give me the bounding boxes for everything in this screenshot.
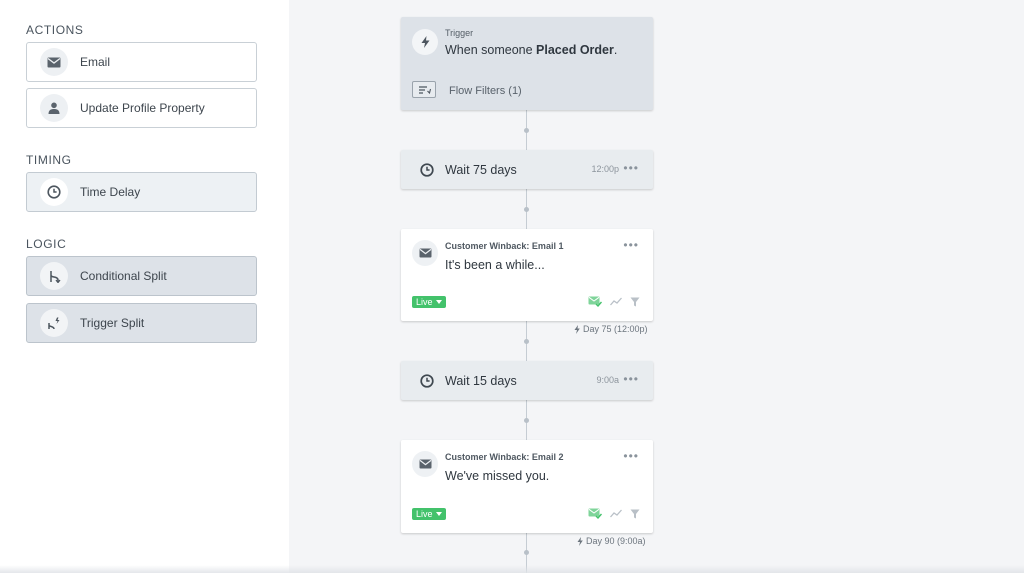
sidebar: ACTIONS Email Update Profile Property TI…	[0, 0, 289, 573]
trigger-label: Trigger	[445, 28, 474, 38]
palette-item-trigger-split[interactable]: Trigger Split	[26, 303, 257, 343]
day-text: Day 90 (9:00a)	[586, 536, 646, 546]
status-label: Live	[416, 509, 433, 519]
palette-item-email[interactable]: Email	[26, 42, 257, 82]
palette-item-update-profile-property[interactable]: Update Profile Property	[26, 88, 257, 128]
filter-icon[interactable]	[630, 297, 640, 307]
more-options-icon[interactable]: •••	[623, 372, 639, 386]
trigger-text-prefix: When someone	[445, 43, 533, 57]
more-options-icon[interactable]: •••	[623, 161, 639, 175]
delay-label: Wait 75 days	[445, 162, 517, 177]
envelope-icon	[412, 451, 438, 477]
palette-item-label: Conditional Split	[80, 269, 167, 283]
clock-icon	[40, 178, 68, 206]
split-icon	[40, 262, 68, 290]
time-delay-card[interactable]: Wait 15 days 9:00a •••	[401, 361, 653, 400]
delay-time: 9:00a	[596, 375, 619, 385]
chevron-down-icon	[435, 512, 442, 516]
analytics-icon[interactable]	[610, 297, 622, 306]
connector-dot	[524, 339, 529, 344]
flow-canvas[interactable]: Trigger When someone Placed Order. Flow …	[289, 0, 1024, 573]
palette-item-label: Time Delay	[80, 185, 141, 199]
palette-item-label: Trigger Split	[80, 316, 145, 330]
timing-section-title: TIMING	[26, 153, 72, 167]
bottom-shadow	[0, 565, 1024, 573]
palette-item-time-delay[interactable]: Time Delay	[26, 172, 257, 212]
connector-dot	[524, 128, 529, 133]
day-text: Day 75 (12:00p)	[583, 324, 648, 334]
connector-dot	[524, 207, 529, 212]
more-options-icon[interactable]: •••	[623, 449, 639, 463]
clock-icon	[417, 160, 437, 180]
trigger-card[interactable]: Trigger When someone Placed Order. Flow …	[401, 17, 653, 110]
person-icon	[40, 94, 68, 122]
email-card[interactable]: Customer Winback: Email 1 It's been a wh…	[401, 229, 653, 321]
email-name: Customer Winback: Email 2	[445, 452, 564, 462]
email-name: Customer Winback: Email 1	[445, 241, 564, 251]
email-tools	[588, 296, 640, 307]
envelope-icon	[40, 48, 68, 76]
delay-label: Wait 15 days	[445, 373, 517, 388]
lightning-icon	[577, 536, 583, 546]
status-badge[interactable]: Live	[412, 508, 446, 520]
time-delay-card[interactable]: Wait 75 days 12:00p •••	[401, 150, 653, 189]
palette-item-label: Update Profile Property	[80, 101, 205, 115]
filter-icon[interactable]	[630, 509, 640, 519]
connector-dot	[524, 550, 529, 555]
email-check-icon[interactable]	[588, 508, 602, 519]
status-label: Live	[416, 297, 433, 307]
trigger-description: When someone Placed Order.	[445, 43, 617, 57]
lightning-icon	[574, 324, 580, 334]
actions-section-title: ACTIONS	[26, 23, 84, 37]
flow-filters-link[interactable]: Flow Filters (1)	[449, 85, 522, 97]
trigger-split-icon	[40, 309, 68, 337]
email-tools	[588, 508, 640, 519]
palette-item-conditional-split[interactable]: Conditional Split	[26, 256, 257, 296]
email-subject: We've missed you.	[445, 469, 550, 483]
chevron-down-icon	[435, 300, 442, 304]
email-check-icon[interactable]	[588, 296, 602, 307]
email-subject: It's been a while...	[445, 258, 545, 272]
lightning-icon	[412, 29, 438, 55]
email-send-day: Day 90 (9:00a)	[577, 536, 646, 546]
connector-dot	[524, 418, 529, 423]
filter-list-icon[interactable]	[412, 81, 436, 98]
trigger-text-suffix: .	[613, 43, 618, 57]
trigger-metric[interactable]: Placed Order	[536, 43, 614, 57]
more-options-icon[interactable]: •••	[623, 238, 639, 252]
logic-section-title: LOGIC	[26, 237, 67, 251]
email-card[interactable]: Customer Winback: Email 2 We've missed y…	[401, 440, 653, 533]
envelope-icon	[412, 240, 438, 266]
palette-item-label: Email	[80, 55, 111, 69]
email-send-day: Day 75 (12:00p)	[574, 324, 648, 334]
delay-time: 12:00p	[591, 164, 619, 174]
status-badge[interactable]: Live	[412, 296, 446, 308]
clock-icon	[417, 371, 437, 391]
analytics-icon[interactable]	[610, 509, 622, 518]
